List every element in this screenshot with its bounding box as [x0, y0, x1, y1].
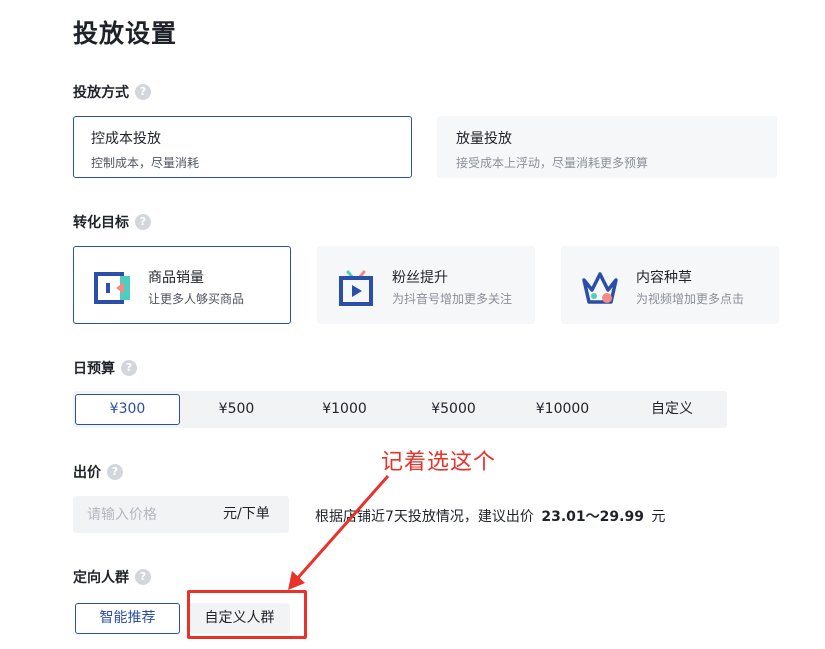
annotation-arrow [288, 475, 390, 590]
annotation-highlight-box [187, 590, 307, 639]
